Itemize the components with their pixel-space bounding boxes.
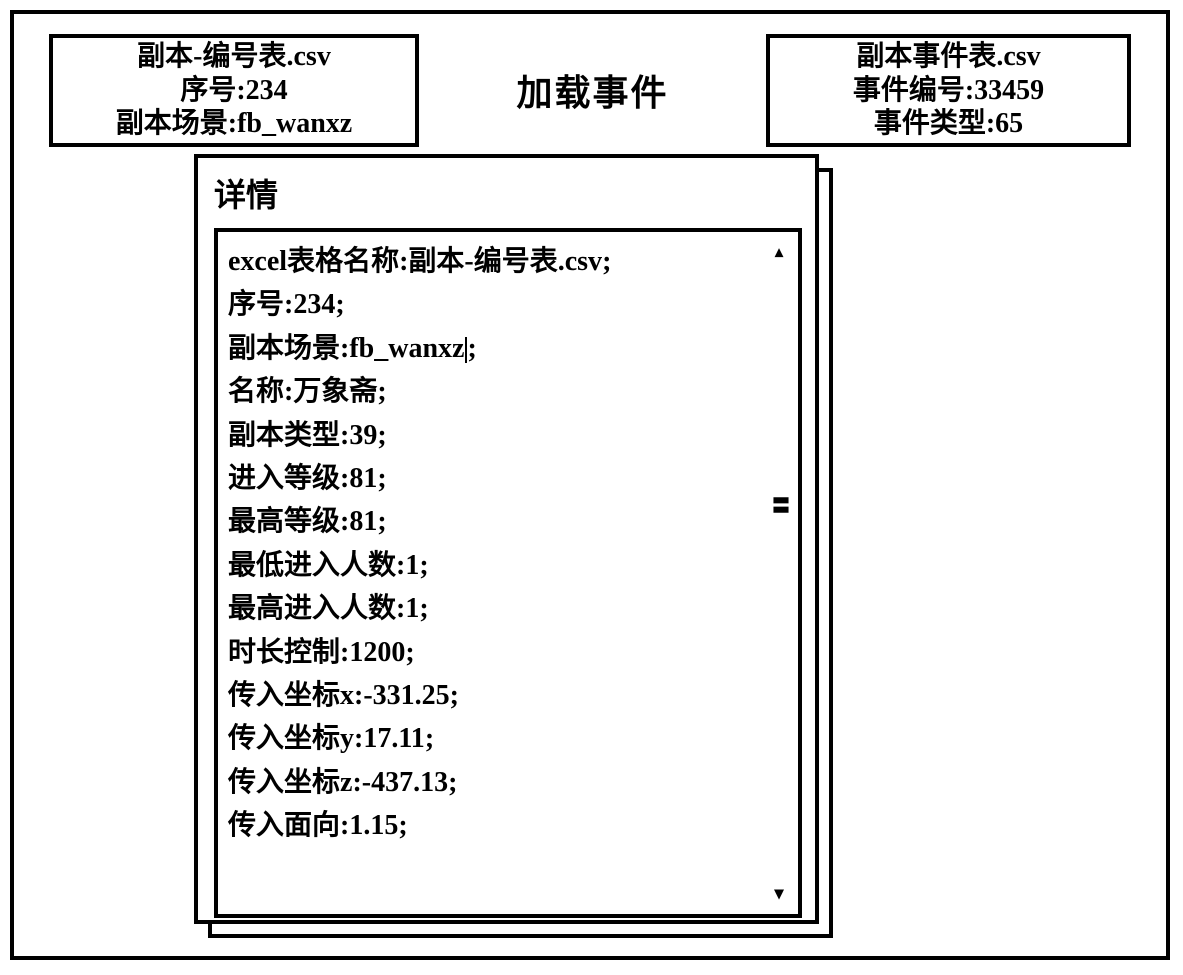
detail-row-label: 最高等级 bbox=[228, 506, 340, 537]
left-box-scene-label: 副本场景 bbox=[116, 108, 228, 139]
detail-row: excel表格名称:副本-编号表.csv; bbox=[228, 240, 792, 283]
detail-row-label: excel表格名称 bbox=[228, 246, 399, 277]
detail-row-label: 副本类型 bbox=[228, 420, 340, 451]
right-box-eventid-value: 33459 bbox=[974, 75, 1044, 106]
detail-row-value: 万象斋 bbox=[293, 376, 377, 407]
detail-row: 时长控制:1200; bbox=[228, 631, 792, 674]
detail-row-value: 39 bbox=[349, 420, 377, 451]
detail-row: 传入面向:1.15; bbox=[228, 804, 792, 847]
detail-row: 进入等级:81; bbox=[228, 457, 792, 500]
detail-row-value: 17.11 bbox=[363, 723, 424, 754]
detail-row-value: 1200 bbox=[349, 637, 405, 668]
detail-panel-main: 详情 excel表格名称:副本-编号表.csv;序号:234;副本场景:fb_w… bbox=[194, 154, 819, 924]
detail-row-value: 81 bbox=[349, 463, 377, 494]
text-cursor-icon bbox=[465, 337, 467, 363]
right-box-filename: 副本事件表.csv bbox=[778, 40, 1119, 74]
right-box-eventid: 事件编号:33459 bbox=[778, 74, 1119, 108]
scroll-up-icon[interactable]: ▴ bbox=[775, 242, 783, 262]
top-row: 副本-编号表.csv 序号:234 副本场景:fb_wanxz 加载事件 副本事… bbox=[14, 14, 1166, 147]
left-box-filename: 副本-编号表.csv bbox=[61, 40, 407, 74]
right-info-box[interactable]: 副本事件表.csv 事件编号:33459 事件类型:65 bbox=[766, 34, 1131, 147]
scroll-down-icon[interactable]: ▾ bbox=[774, 883, 783, 904]
detail-row-label: 时长控制 bbox=[228, 637, 340, 668]
detail-row-label: 副本场景 bbox=[228, 333, 340, 364]
detail-row: 最高进入人数:1; bbox=[228, 587, 792, 630]
detail-row-label: 传入坐标y bbox=[228, 723, 354, 754]
detail-row: 序号:234; bbox=[228, 283, 792, 326]
window-frame: 副本-编号表.csv 序号:234 副本场景:fb_wanxz 加载事件 副本事… bbox=[10, 10, 1170, 960]
detail-row-label: 序号 bbox=[228, 289, 284, 320]
detail-row-value: 234 bbox=[293, 289, 335, 320]
detail-text-area[interactable]: excel表格名称:副本-编号表.csv;序号:234;副本场景:fb_wanx… bbox=[214, 228, 802, 918]
detail-row-label: 传入坐标x bbox=[228, 680, 354, 711]
left-box-scene: 副本场景:fb_wanxz bbox=[61, 107, 407, 141]
detail-panel: 详情 excel表格名称:副本-编号表.csv;序号:234;副本场景:fb_w… bbox=[194, 154, 824, 929]
detail-row: 传入坐标z:-437.13; bbox=[228, 761, 792, 804]
right-box-eventtype-value: 65 bbox=[995, 108, 1023, 139]
detail-row: 最低进入人数:1; bbox=[228, 544, 792, 587]
detail-row-value: 1 bbox=[405, 550, 419, 581]
detail-row-value: 81 bbox=[349, 506, 377, 537]
detail-content: excel表格名称:副本-编号表.csv;序号:234;副本场景:fb_wanx… bbox=[228, 240, 792, 847]
scroll-thumb-icon[interactable]: 〓 bbox=[772, 492, 790, 518]
detail-row-value: -437.13 bbox=[362, 767, 448, 798]
detail-row-label: 传入面向 bbox=[228, 810, 340, 841]
left-box-seq: 序号:234 bbox=[61, 74, 407, 108]
detail-row: 传入坐标x:-331.25; bbox=[228, 674, 792, 717]
detail-row-value: 1 bbox=[405, 593, 419, 624]
detail-row: 名称:万象斋; bbox=[228, 370, 792, 413]
detail-row: 副本场景:fb_wanxz; bbox=[228, 327, 792, 370]
left-box-scene-value: fb_wanxz bbox=[237, 108, 352, 139]
scrollbar[interactable]: ▴ 〓 ▾ bbox=[768, 242, 790, 904]
left-box-seq-label: 序号 bbox=[180, 75, 236, 106]
detail-row-label: 最高进入人数 bbox=[228, 593, 396, 624]
detail-row-label: 传入坐标z bbox=[228, 767, 352, 798]
detail-row: 副本类型:39; bbox=[228, 414, 792, 457]
detail-row-value: 副本-编号表.csv bbox=[408, 246, 602, 277]
left-box-seq-value: 234 bbox=[246, 75, 288, 106]
detail-row-label: 名称 bbox=[228, 376, 284, 407]
left-info-box[interactable]: 副本-编号表.csv 序号:234 副本场景:fb_wanxz bbox=[49, 34, 419, 147]
detail-row-label: 最低进入人数 bbox=[228, 550, 396, 581]
detail-row-value: -331.25 bbox=[363, 680, 449, 711]
right-box-eventid-label: 事件编号 bbox=[853, 75, 965, 106]
detail-row: 传入坐标y:17.11; bbox=[228, 717, 792, 760]
detail-row-label: 进入等级 bbox=[228, 463, 340, 494]
relation-label: 加载事件 bbox=[516, 64, 668, 116]
detail-row: 最高等级:81; bbox=[228, 500, 792, 543]
detail-row-value: fb_wanxz bbox=[349, 333, 464, 364]
detail-title: 详情 bbox=[214, 170, 799, 216]
detail-row-value: 1.15 bbox=[349, 810, 398, 841]
right-box-eventtype: 事件类型:65 bbox=[778, 107, 1119, 141]
right-box-eventtype-label: 事件类型 bbox=[874, 108, 986, 139]
